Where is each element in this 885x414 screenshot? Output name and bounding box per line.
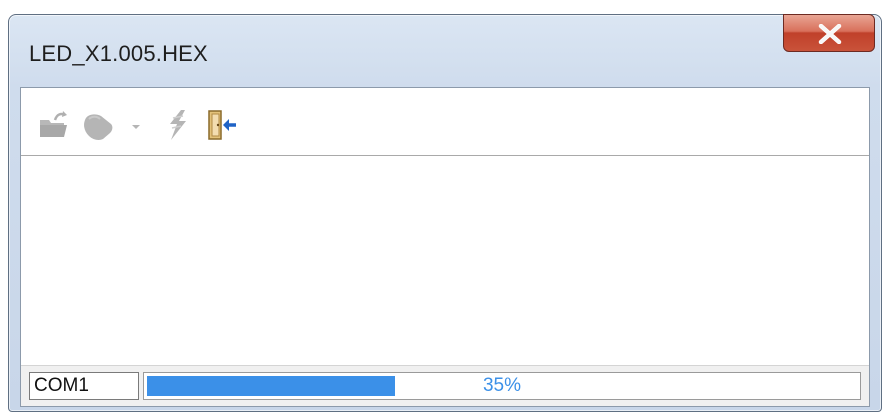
- program-button[interactable]: [161, 108, 195, 142]
- chip-dropdown-button[interactable]: [127, 108, 145, 142]
- progress-bar: 35%: [143, 372, 861, 400]
- status-bar: COM1 35%: [21, 365, 869, 406]
- lightning-icon: [170, 110, 186, 140]
- com-port-label: COM1: [29, 372, 139, 400]
- exit-button[interactable]: [205, 108, 239, 142]
- app-window: LED_X1.005.HEX COM1 35%: [8, 14, 882, 412]
- chip-button[interactable]: [81, 108, 115, 142]
- window-title: LED_X1.005.HEX: [29, 41, 208, 66]
- open-file-button[interactable]: [37, 108, 71, 142]
- client-area: COM1 35%: [20, 87, 870, 407]
- exit-door-icon: [208, 110, 236, 140]
- dropdown-arrow-icon: [132, 125, 140, 129]
- log-area: [21, 156, 869, 366]
- chip-icon: [84, 114, 113, 140]
- open-folder-icon: [40, 111, 67, 137]
- toolbar: [21, 88, 869, 156]
- progress-percent: 35%: [482, 375, 522, 396]
- close-icon: [818, 24, 842, 44]
- close-button[interactable]: [783, 14, 875, 52]
- title-bar[interactable]: LED_X1.005.HEX: [9, 14, 881, 85]
